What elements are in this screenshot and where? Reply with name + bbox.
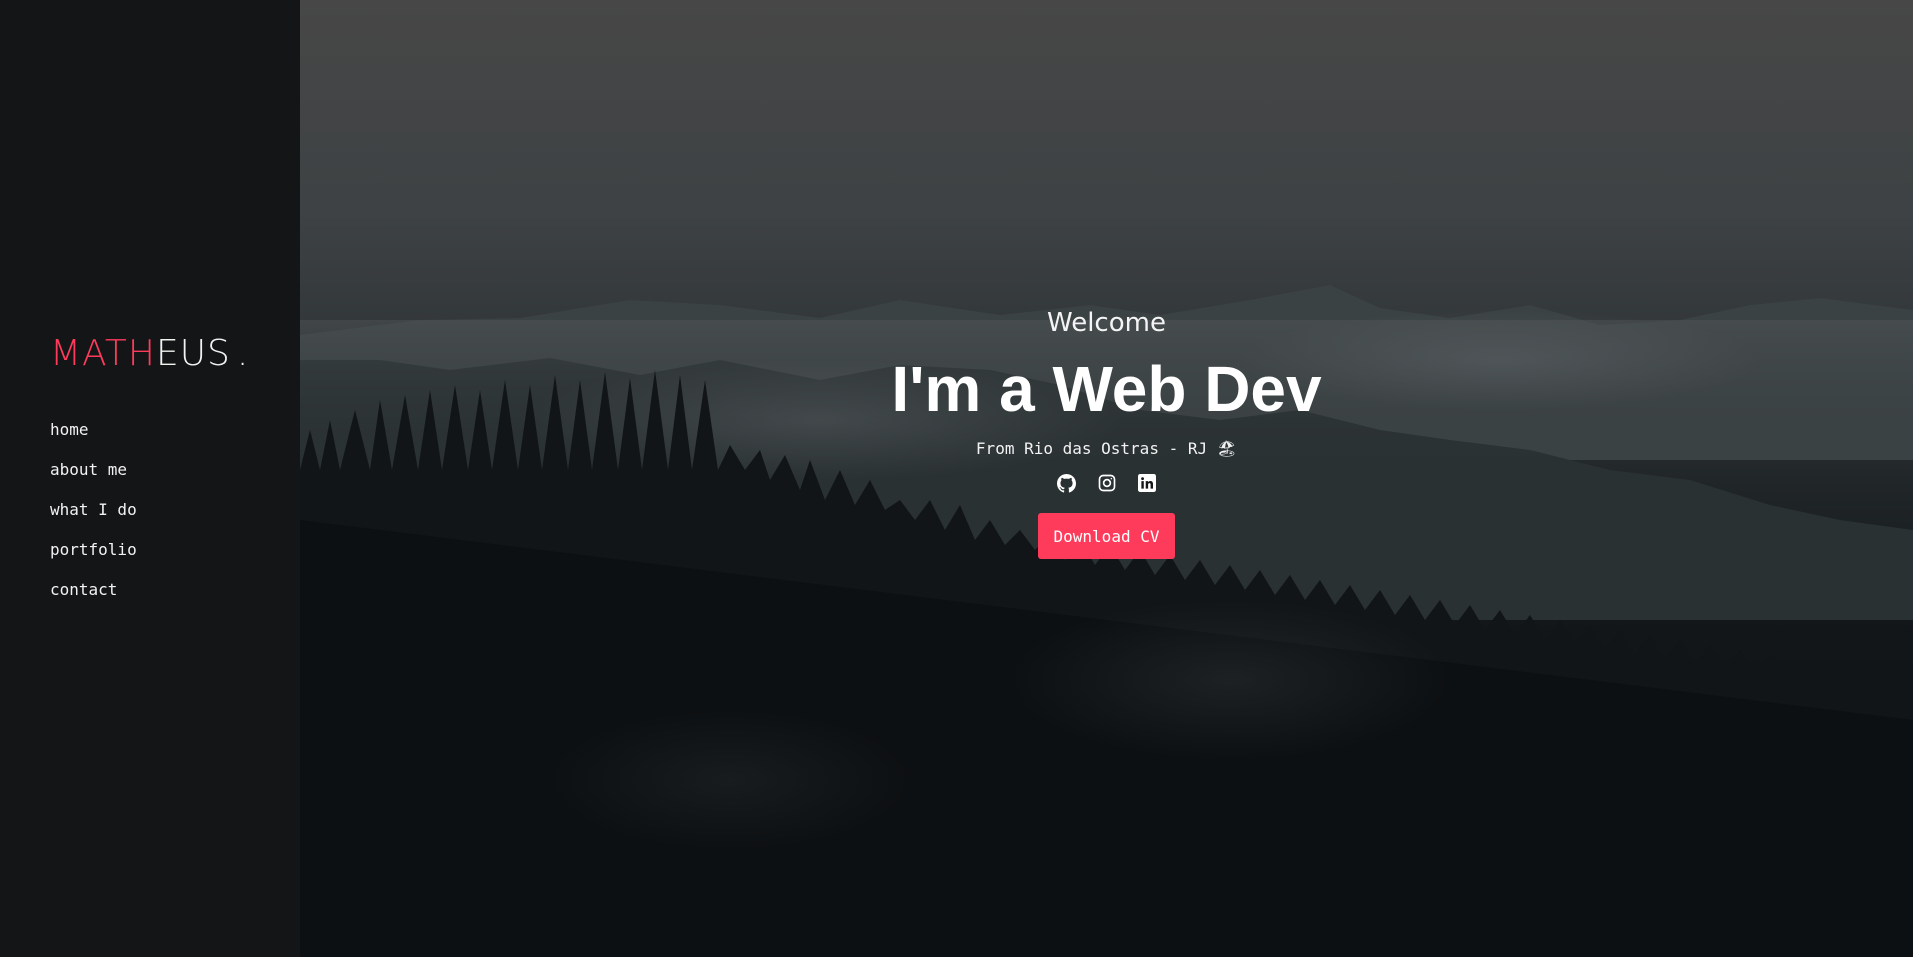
sidebar-nav: home about me what I do portfolio contac…	[50, 418, 137, 618]
download-cv-button[interactable]: Download CV	[1037, 513, 1176, 559]
instagram-icon[interactable]	[1097, 473, 1117, 493]
logo-rest: EUS	[155, 333, 231, 374]
nav-item-home: home	[50, 418, 137, 458]
github-icon[interactable]	[1057, 473, 1077, 493]
nav-link-about-me[interactable]: about me	[50, 460, 127, 479]
nav-item-about-me: about me	[50, 458, 137, 498]
nav-link-home[interactable]: home	[50, 420, 89, 439]
hero-section: Welcome I'm a Web Dev From Rio das Ostra…	[300, 0, 1913, 957]
nav-item-portfolio: portfolio	[50, 538, 137, 578]
logo-accent: MATH	[50, 333, 156, 374]
hero-title: I'm a Web Dev	[891, 353, 1322, 425]
nav-item-contact: contact	[50, 578, 137, 618]
nav-link-portfolio[interactable]: portfolio	[50, 540, 137, 559]
linkedin-icon[interactable]	[1137, 473, 1157, 493]
nav-link-what-i-do[interactable]: what I do	[50, 500, 137, 519]
hero-subtitle: From Rio das Ostras - RJ 🏖	[975, 439, 1238, 458]
sidebar: MATHEUS. home about me what I do portfol…	[0, 0, 300, 957]
welcome-text: Welcome	[1047, 308, 1166, 338]
social-links	[300, 473, 1913, 497]
logo-dot: .	[236, 333, 250, 374]
logo[interactable]: MATHEUS.	[50, 334, 249, 374]
hero-content: Welcome I'm a Web Dev From Rio das Ostra…	[300, 303, 1913, 559]
nav-item-what-i-do: what I do	[50, 498, 137, 538]
page: MATHEUS. home about me what I do portfol…	[0, 0, 1913, 957]
nav-link-contact[interactable]: contact	[50, 580, 117, 599]
